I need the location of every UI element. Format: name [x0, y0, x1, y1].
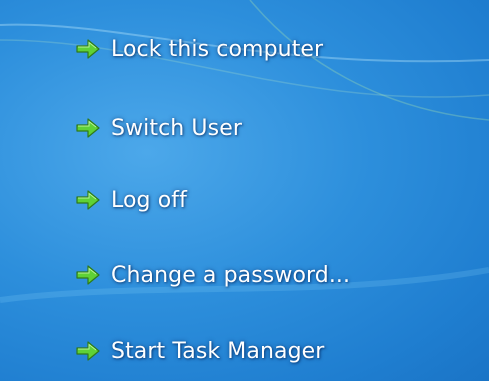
green-arrow-icon — [76, 341, 100, 361]
start-task-manager-label: Start Task Manager — [111, 338, 325, 364]
green-arrow-icon — [76, 39, 100, 59]
switch-user-option[interactable]: Switch User — [76, 108, 242, 148]
green-arrow-icon — [76, 190, 100, 210]
green-arrow-icon — [76, 118, 100, 138]
change-password-option[interactable]: Change a password... — [76, 255, 350, 295]
security-options-screen: Lock this computer Switch User Log off C… — [0, 0, 489, 381]
switch-user-label: Switch User — [111, 115, 242, 141]
green-arrow-icon — [76, 265, 100, 285]
log-off-option[interactable]: Log off — [76, 180, 187, 220]
security-options-menu: Lock this computer Switch User Log off C… — [76, 0, 476, 381]
lock-computer-label: Lock this computer — [111, 36, 324, 62]
start-task-manager-option[interactable]: Start Task Manager — [76, 331, 324, 371]
lock-computer-option[interactable]: Lock this computer — [76, 29, 323, 69]
change-password-label: Change a password... — [111, 262, 351, 288]
log-off-label: Log off — [111, 187, 187, 213]
